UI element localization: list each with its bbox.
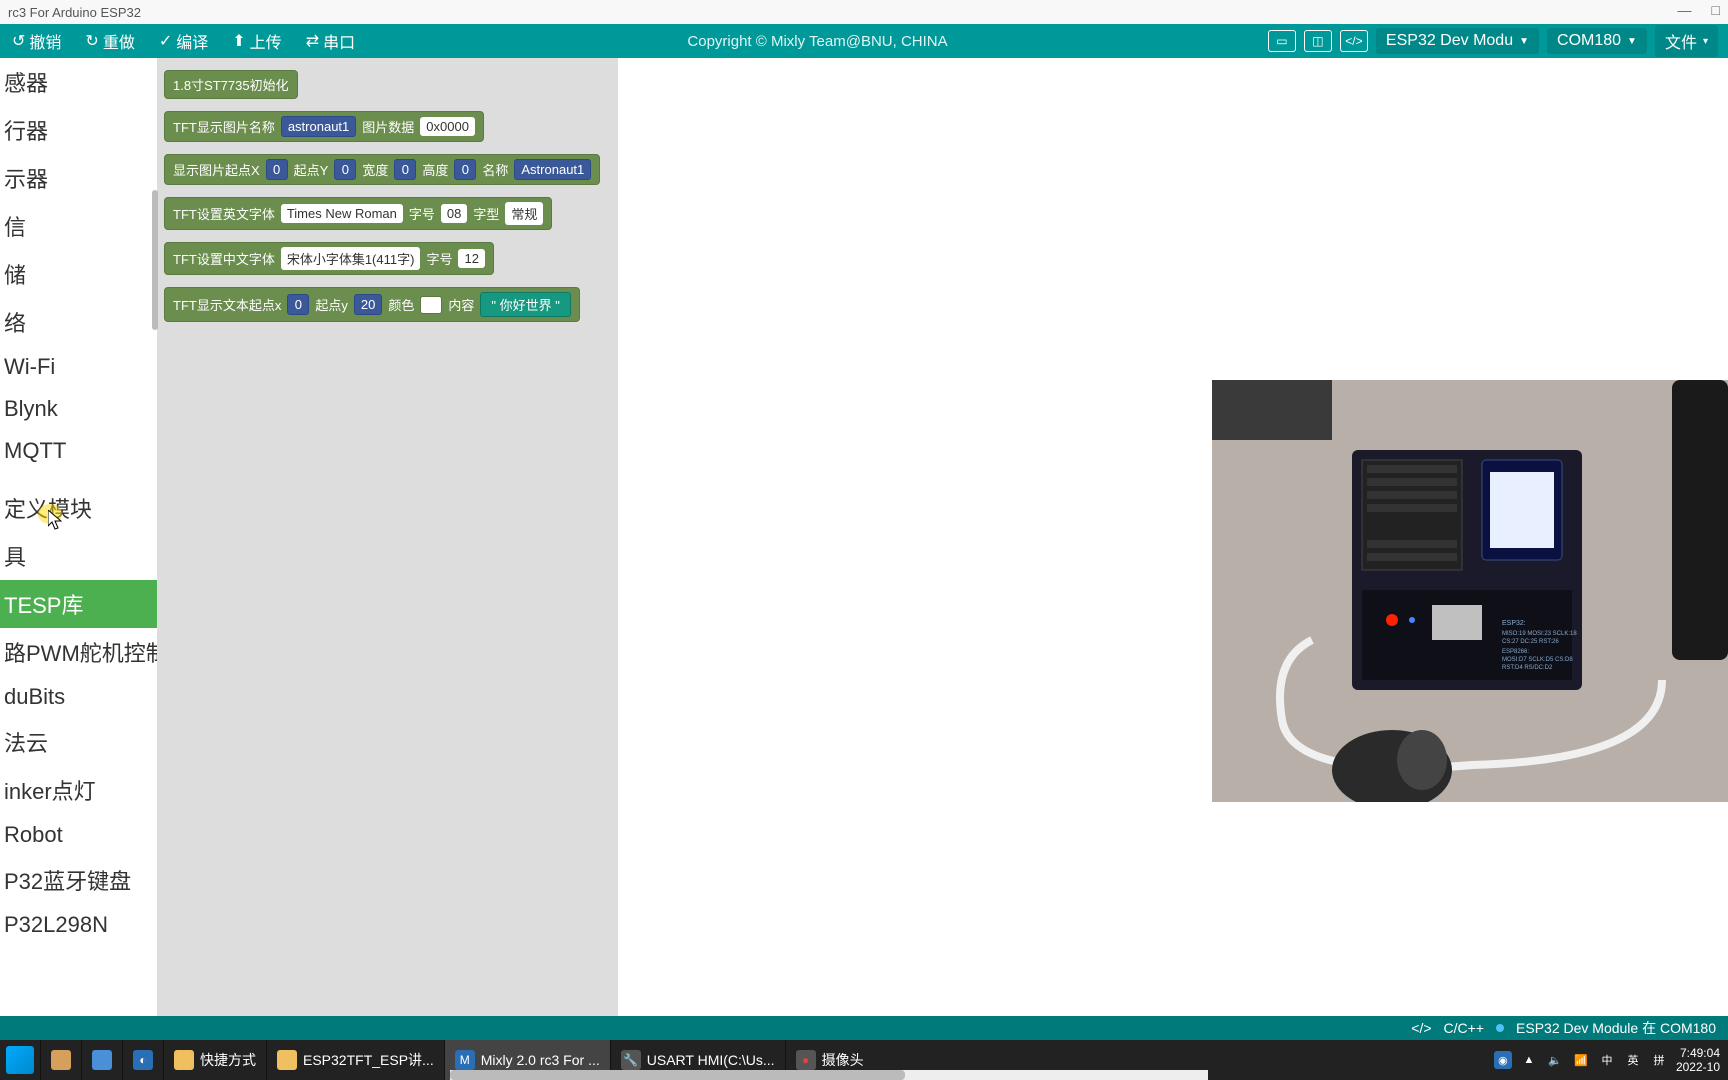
sidebar-item[interactable]: MQTT <box>0 430 157 472</box>
sidebar-item[interactable]: 感器 <box>0 58 157 106</box>
tray-icon[interactable]: ▲ <box>1520 1051 1538 1069</box>
svg-text:MISO:19 MOSI:23 SCLK:18: MISO:19 MOSI:23 SCLK:18 <box>1502 631 1577 637</box>
title-bar: rc3 For Arduino ESP32 — □ <box>0 0 1728 24</box>
window-buttons: — □ <box>1678 2 1720 18</box>
svg-text:MOSI:D7 SCLK:D5 CS:D8: MOSI:D7 SCLK:D5 CS:D8 <box>1502 657 1573 663</box>
port-select[interactable]: COM180 ▼ <box>1547 28 1647 54</box>
serial-icon: ⇄ <box>306 31 319 51</box>
folder-icon <box>174 1050 194 1070</box>
task-tray-app[interactable]: ◐ <box>122 1040 163 1080</box>
minimize-button[interactable]: — <box>1678 2 1692 18</box>
tray-icon[interactable]: 🔈 <box>1546 1051 1564 1069</box>
sidebar-item[interactable]: 具 <box>0 532 157 580</box>
sidebar-item[interactable]: 信 <box>0 202 157 250</box>
status-lang: C/C++ <box>1444 1020 1484 1036</box>
tray-icon[interactable]: ◉ <box>1494 1051 1512 1069</box>
wrench-icon: 🔧 <box>621 1050 641 1070</box>
ime-indicator[interactable]: 英 <box>1624 1051 1642 1069</box>
record-icon: ● <box>796 1050 816 1070</box>
upload-icon: ⬆ <box>232 31 245 51</box>
layout-icon-2[interactable]: ◫ <box>1304 30 1332 52</box>
color-swatch[interactable] <box>420 296 442 314</box>
status-dot-icon <box>1496 1024 1504 1032</box>
file-menu[interactable]: 文件 ▾ <box>1655 25 1718 57</box>
sidebar-item[interactable]: 储 <box>0 250 157 298</box>
sidebar-item[interactable]: 络 <box>0 298 157 346</box>
tray-icon[interactable]: 📶 <box>1572 1051 1590 1069</box>
board-select[interactable]: ESP32 Dev Modu ▼ <box>1376 28 1539 54</box>
sidebar-item[interactable]: Robot <box>0 814 157 856</box>
sidebar-item[interactable]: P32蓝牙键盘 <box>0 856 157 904</box>
sidebar-item-active[interactable]: TESP库 <box>0 580 157 628</box>
upload-button[interactable]: ⬆ 上传 <box>220 29 293 53</box>
task-folder-1[interactable]: 快捷方式 <box>163 1040 266 1080</box>
undo-button[interactable]: ↺ 撤销 <box>0 29 73 53</box>
window-title: rc3 For Arduino ESP32 <box>8 5 141 20</box>
copyright-text: Copyright © Mixly Team@BNU, CHINA <box>367 33 1268 50</box>
svg-text:CS:27 DC:25 RST:26: CS:27 DC:25 RST:26 <box>1502 639 1559 645</box>
folder-icon <box>277 1050 297 1070</box>
status-bar: </> C/C++ ESP32 Dev Module 在 COM180 <box>0 1016 1728 1040</box>
ime-indicator[interactable]: 中 <box>1598 1051 1616 1069</box>
block-image-name[interactable]: TFT显示图片名称 astronaut1 图片数据 0x0000 <box>164 111 484 142</box>
chevron-down-icon: ▼ <box>1519 36 1529 47</box>
chevron-down-icon: ▾ <box>1703 36 1708 47</box>
task-tray-app[interactable] <box>40 1040 81 1080</box>
block-text[interactable]: TFT显示文本起点x 0 起点y 20 颜色 内容 " 你好世界 " <box>164 287 580 322</box>
check-icon: ✓ <box>159 31 172 51</box>
svg-text:RST:D4 RS/DC:D2: RST:D4 RS/DC:D2 <box>1502 665 1553 671</box>
start-button[interactable] <box>6 1046 34 1074</box>
serial-button[interactable]: ⇄ 串口 <box>294 29 367 53</box>
svg-text:ESP32:: ESP32: <box>1502 620 1526 627</box>
sidebar-item[interactable]: 行器 <box>0 106 157 154</box>
layout-icon-1[interactable]: ▭ <box>1268 30 1296 52</box>
redo-button[interactable]: ↻ 重做 <box>73 29 146 53</box>
sidebar-item[interactable]: 定义模块 <box>0 484 157 532</box>
ime-indicator[interactable]: 拼 <box>1650 1051 1668 1069</box>
block-init[interactable]: 1.8寸ST7735初始化 <box>164 70 298 99</box>
clock[interactable]: 7:49:04 2022-10 <box>1676 1046 1720 1074</box>
code-lang-icon: </> <box>1411 1020 1431 1036</box>
status-board: ESP32 Dev Module 在 COM180 <box>1516 1018 1716 1038</box>
sidebar-item[interactable]: 法云 <box>0 718 157 766</box>
sidebar-item[interactable]: Wi-Fi <box>0 346 157 388</box>
horizontal-scrollbar[interactable] <box>450 1070 1208 1080</box>
undo-icon: ↺ <box>12 31 25 51</box>
camera-overlay: ESP32: MISO:19 MOSI:23 SCLK:18 CS:27 DC:… <box>1212 380 1728 802</box>
task-tray-app[interactable] <box>81 1040 122 1080</box>
sidebar-item[interactable]: Blynk <box>0 388 157 430</box>
svg-text:ESP8266:: ESP8266: <box>1502 649 1529 655</box>
block-image-pos[interactable]: 显示图片起点X 0 起点Y 0 宽度 0 高度 0 名称 Astronaut1 <box>164 154 600 185</box>
app-icon: M <box>455 1050 475 1070</box>
block-font-cn[interactable]: TFT设置中文字体 宋体小字体集1(411字) 字号 12 <box>164 242 494 275</box>
code-icon[interactable]: </> <box>1340 30 1368 52</box>
sidebar-item[interactable]: 示器 <box>0 154 157 202</box>
sidebar-item[interactable]: 路PWM舵机控制板 <box>0 628 157 676</box>
sidebar-item[interactable]: inker点灯 <box>0 766 157 814</box>
redo-icon: ↻ <box>85 31 98 51</box>
sidebar-item[interactable]: P32L298N <box>0 904 157 946</box>
compile-button[interactable]: ✓ 编译 <box>147 29 220 53</box>
block-palette: 1.8寸ST7735初始化 TFT显示图片名称 astronaut1 图片数据 … <box>158 58 618 1016</box>
sidebar: 感器 行器 示器 信 储 络 Wi-Fi Blynk MQTT 定义模块 具 T… <box>0 58 158 1016</box>
chevron-down-icon: ▼ <box>1627 36 1637 47</box>
sidebar-item[interactable]: duBits <box>0 676 157 718</box>
toolbar: ↺ 撤销 ↻ 重做 ✓ 编译 ⬆ 上传 ⇄ 串口 Copyright © Mix… <box>0 24 1728 58</box>
maximize-button[interactable]: □ <box>1712 2 1720 18</box>
task-folder-2[interactable]: ESP32TFT_ESP讲... <box>266 1040 444 1080</box>
block-font-en[interactable]: TFT设置英文字体 Times New Roman 字号 08 字型 常规 <box>164 197 552 230</box>
